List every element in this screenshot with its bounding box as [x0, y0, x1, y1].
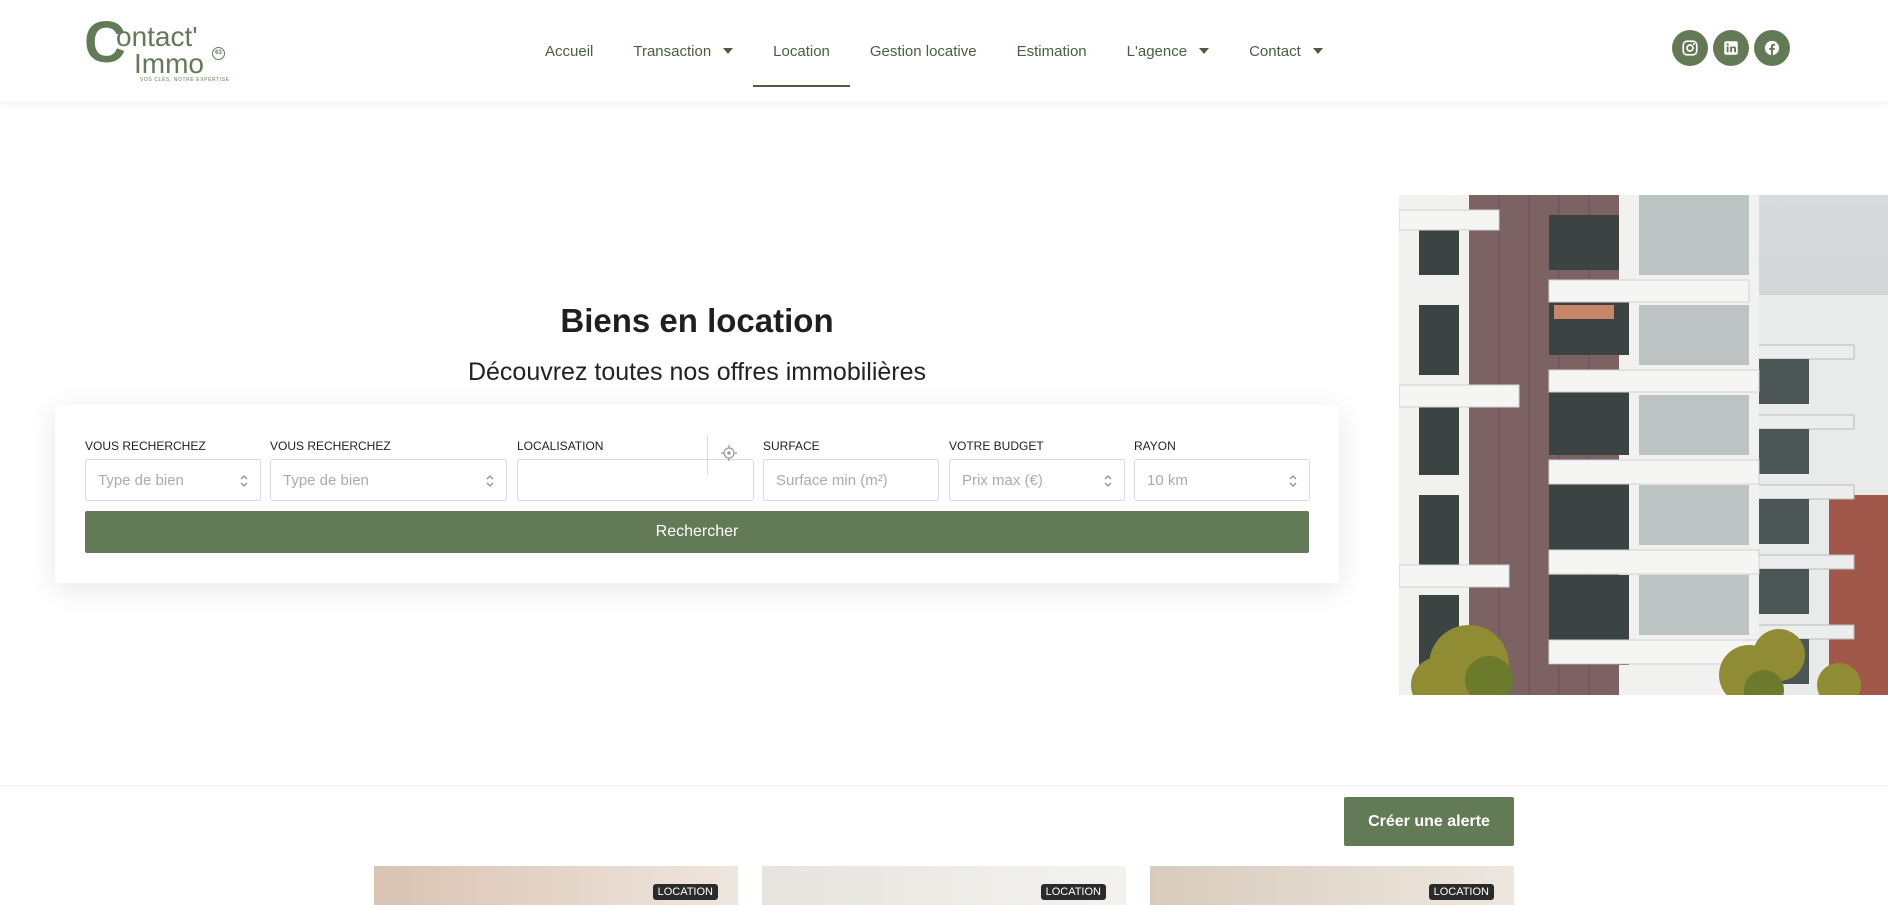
location-input[interactable] — [517, 459, 754, 501]
page-subtitle: Découvrez toutes nos offres immobilières — [467, 358, 927, 386]
site-header: C ontact' Immo 63 VOS CLÉS, NOTRE EXPERT… — [0, 0, 1888, 102]
property-type-label: VOUS RECHERCHEZ — [85, 439, 206, 453]
nav-item-estimation[interactable]: Estimation — [997, 15, 1107, 87]
instagram-icon — [1682, 40, 1698, 56]
radius-value: 10 km — [1147, 471, 1188, 489]
logo-text-line2: Immo — [134, 48, 204, 79]
linkedin-icon — [1724, 41, 1738, 55]
nav-label: L'agence — [1126, 42, 1188, 60]
listing-card[interactable]: LOCATION — [1150, 866, 1514, 905]
listing-badge: LOCATION — [1040, 884, 1106, 900]
location-divider — [707, 435, 708, 475]
property-type-select[interactable]: Type de bien — [85, 459, 261, 501]
instagram-link[interactable] — [1672, 30, 1708, 66]
up-down-arrows-icon — [1104, 474, 1112, 488]
nav-label: Accueil — [545, 42, 594, 60]
property-kind-placeholder: Type de bien — [283, 471, 369, 489]
caret-down-icon — [723, 48, 734, 54]
search-button[interactable]: Rechercher — [85, 511, 1309, 553]
nav-label: Contact — [1249, 42, 1301, 60]
budget-placeholder: Prix max (€) — [962, 471, 1043, 489]
nav-item-location[interactable]: Location — [753, 15, 850, 87]
up-down-arrows-icon — [486, 474, 494, 488]
surface-label: SURFACE — [763, 439, 820, 453]
surface-input[interactable]: Surface min (m²) — [763, 459, 939, 501]
social-links — [1672, 30, 1790, 66]
nav-item-contact[interactable]: Contact — [1229, 15, 1343, 87]
facebook-icon — [1764, 40, 1780, 56]
hero-building-photo — [1399, 195, 1888, 695]
listing-badge: LOCATION — [652, 884, 718, 900]
section-divider — [0, 785, 1888, 786]
property-kind-select[interactable]: Type de bien — [270, 459, 507, 501]
page-title: Biens en location — [560, 302, 834, 339]
nav-item-gestion-locative[interactable]: Gestion locative — [850, 15, 997, 87]
radius-select[interactable]: 10 km — [1134, 459, 1310, 501]
nav-item-transaction[interactable]: Transaction — [613, 15, 753, 87]
nav-item-accueil[interactable]: Accueil — [525, 15, 613, 87]
nav-item-agence[interactable]: L'agence — [1107, 15, 1229, 87]
up-down-arrows-icon — [1289, 474, 1297, 488]
contact-immo-logo[interactable]: C ontact' Immo 63 VOS CLÉS, NOTRE EXPERT… — [84, 14, 234, 86]
geolocate-icon[interactable] — [720, 444, 738, 462]
budget-label: VOTRE BUDGET — [949, 439, 1044, 453]
logo-text-line1: ontact' — [116, 21, 198, 52]
caret-down-icon — [1312, 48, 1323, 54]
nav-label: Location — [773, 42, 830, 60]
create-alert-button[interactable]: Créer une alerte — [1344, 797, 1514, 846]
property-kind-label: VOUS RECHERCHEZ — [270, 439, 391, 453]
facebook-link[interactable] — [1754, 30, 1790, 66]
location-label: LOCALISATION — [517, 439, 604, 453]
property-type-placeholder: Type de bien — [98, 471, 184, 489]
nav-label: Gestion locative — [869, 42, 977, 60]
listing-card[interactable]: LOCATION — [762, 866, 1126, 905]
main-nav: Accueil Transaction Location Gestion loc… — [525, 0, 1343, 102]
caret-down-icon — [1199, 48, 1210, 54]
nav-label: Estimation — [1016, 42, 1087, 60]
logo-tagline: VOS CLÉS, NOTRE EXPERTISE — [140, 77, 230, 83]
listing-badge: LOCATION — [1428, 884, 1494, 900]
logo-badge: 63 — [212, 47, 225, 60]
nav-label: Transaction — [633, 42, 712, 60]
surface-placeholder: Surface min (m²) — [776, 471, 888, 489]
up-down-arrows-icon — [240, 474, 248, 488]
radius-label: RAYON — [1134, 439, 1176, 453]
listing-card[interactable]: LOCATION — [374, 866, 738, 905]
search-form: VOUS RECHERCHEZ Type de bien VOUS RECHER… — [55, 405, 1339, 583]
budget-input[interactable]: Prix max (€) — [949, 459, 1125, 501]
linkedin-link[interactable] — [1713, 30, 1749, 66]
